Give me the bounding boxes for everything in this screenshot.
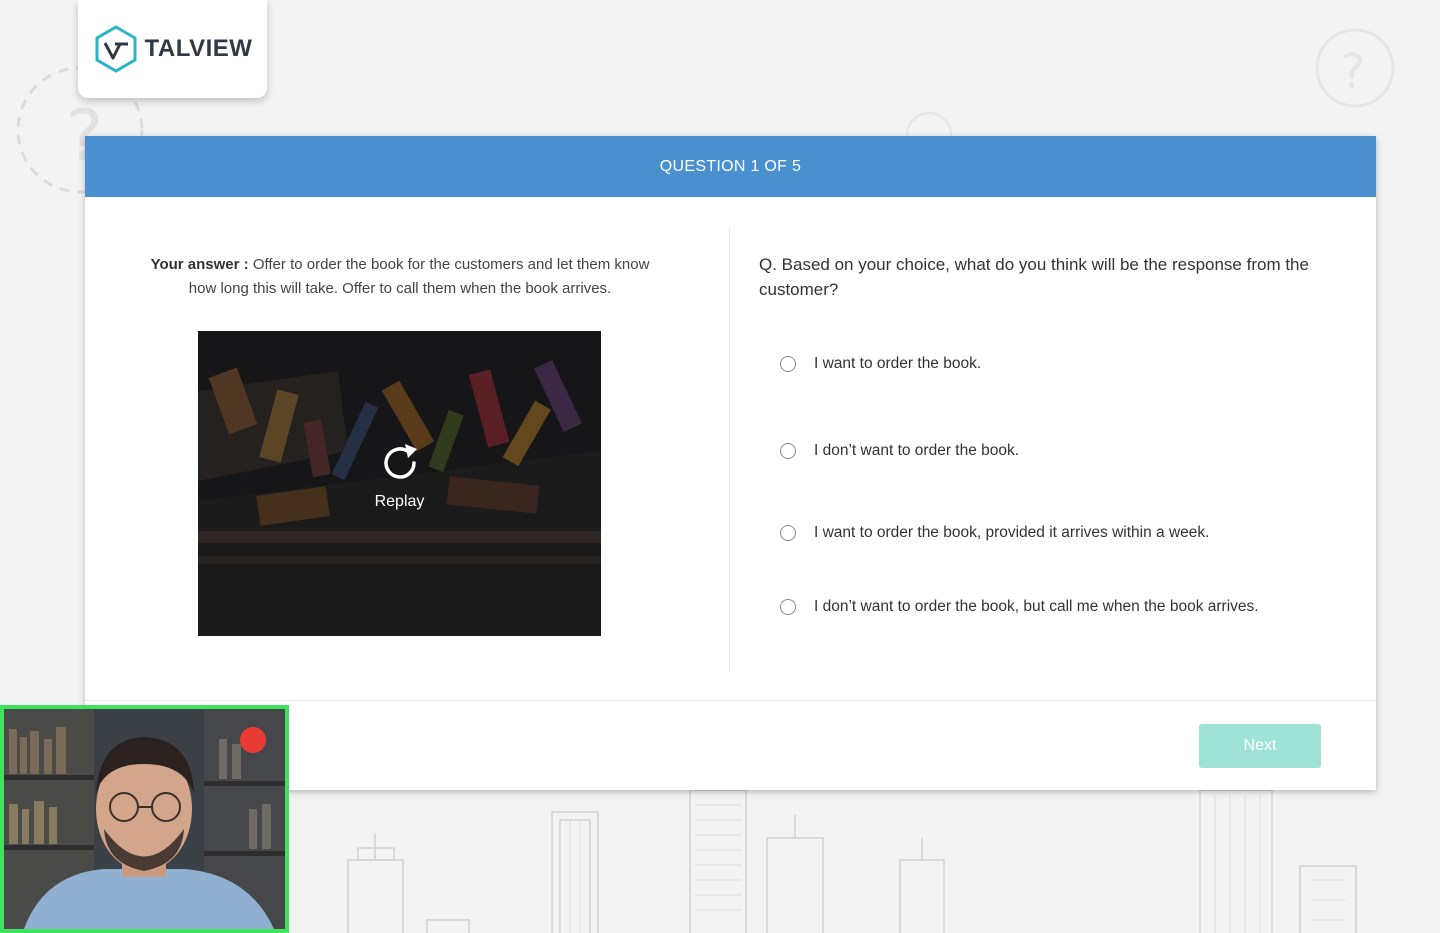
question-progress-header: QUESTION 1 OF 5: [85, 136, 1376, 197]
replay-button[interactable]: Replay: [198, 441, 601, 511]
webcam-preview: [0, 705, 289, 933]
your-answer-label: Your answer :: [150, 256, 249, 273]
answer-option-label: I want to order the book, provided it ar…: [814, 524, 1210, 541]
question-text: Q. Based on your choice, what do you thi…: [759, 255, 1309, 299]
radio-button[interactable]: [780, 443, 796, 459]
radio-button[interactable]: [780, 599, 796, 615]
answer-option-label: I don’t want to order the book.: [814, 442, 1020, 459]
answer-pane: Your answer : Offer to order the book fo…: [85, 197, 730, 672]
answer-option-label: I want to order the book.: [814, 355, 982, 372]
answer-option-label: I don’t want to order the book, but call…: [814, 598, 1259, 615]
answer-option[interactable]: I don’t want to order the book, but call…: [780, 598, 1259, 616]
svg-text:?: ?: [1340, 44, 1365, 100]
radio-button[interactable]: [780, 356, 796, 372]
assessment-page: ? ?: [0, 0, 1440, 933]
answer-option[interactable]: I want to order the book, provided it ar…: [780, 524, 1209, 542]
question-progress-label: QUESTION 1 OF 5: [659, 157, 802, 175]
talview-hexagon-logo-icon: [95, 25, 137, 73]
question-pane: Q. Based on your choice, what do you thi…: [730, 197, 1376, 672]
question-card: QUESTION 1 OF 5 Your answer : Offer to o…: [85, 136, 1376, 790]
your-answer-value: Offer to order the book for the customer…: [188, 256, 650, 297]
answer-option[interactable]: I don’t want to order the book.: [780, 442, 1019, 460]
brand-logo-card: TALVIEW: [78, 0, 267, 98]
recording-indicator: [240, 727, 266, 753]
replay-label: Replay: [374, 493, 425, 510]
next-button[interactable]: Next: [1199, 724, 1321, 768]
your-answer-text: Your answer : Offer to order the book fo…: [145, 253, 655, 301]
replay-icon: [383, 444, 417, 479]
radio-button[interactable]: [780, 525, 796, 541]
video-player[interactable]: Replay: [198, 331, 601, 636]
brand-name: TALVIEW: [144, 35, 253, 62]
answer-option[interactable]: I want to order the book.: [780, 355, 981, 373]
